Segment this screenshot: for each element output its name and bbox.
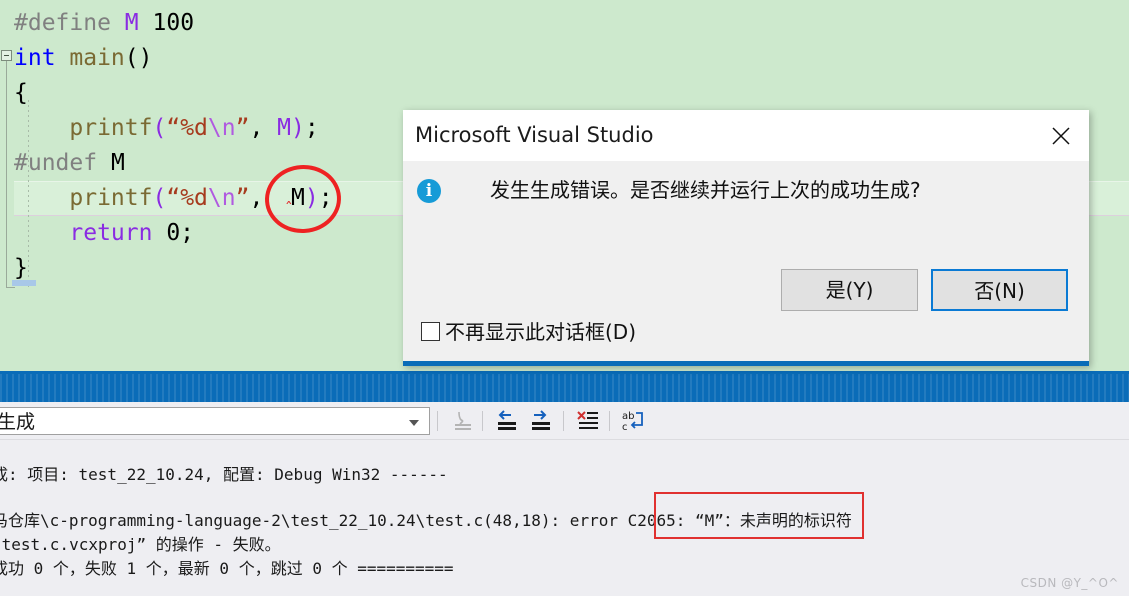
find-next-icon[interactable] — [526, 408, 556, 434]
code-token: int — [14, 45, 56, 71]
toggle-word-wrap-icon[interactable]: ab c — [619, 408, 649, 434]
dialog-title: Microsoft Visual Studio — [415, 123, 654, 147]
code-token: ” — [235, 185, 250, 211]
code-token: printf — [69, 185, 153, 211]
code-token: { — [14, 80, 28, 106]
code-token: “%d — [166, 185, 208, 211]
code-token: #define — [14, 10, 125, 36]
output-line: 成功 0 个，失败 1 个，最新 0 个，跳过 0 个 ========== — [0, 559, 454, 578]
dialog-bottom-strip — [403, 361, 1089, 366]
code-token: return — [69, 220, 153, 246]
collapse-region-icon[interactable] — [1, 50, 12, 61]
code-line: return 0; — [14, 216, 194, 251]
dialog-titlebar: Microsoft Visual Studio — [403, 110, 1089, 161]
code-token: ) — [291, 115, 305, 141]
code-token: ( — [152, 185, 167, 211]
toolbar-separator — [563, 411, 564, 431]
code-token: M — [124, 10, 139, 36]
dialog-message: 发生生成错误。是否继续并运行上次的成功生成? — [490, 178, 921, 202]
error-highlight-box — [654, 492, 864, 539]
yes-button[interactable]: 是(Y) — [781, 269, 918, 311]
output-window-titlebar — [0, 371, 1129, 402]
red-ellipse-annotation — [262, 162, 344, 236]
code-token: 100 — [152, 10, 195, 36]
toolbar-separator — [609, 411, 610, 431]
svg-text:ab: ab — [622, 411, 634, 422]
code-token: () — [124, 45, 153, 71]
code-token: , — [249, 115, 278, 141]
toolbar-separator — [482, 411, 483, 431]
caret-selection-mark — [12, 280, 36, 286]
code-token: ( — [152, 115, 167, 141]
code-token: #undef — [14, 150, 111, 176]
code-token: printf — [69, 115, 153, 141]
chevron-down-icon[interactable] — [409, 420, 419, 426]
code-outline-bar — [6, 56, 7, 288]
code-line: #undef M — [14, 146, 125, 181]
watermark-label: CSDN @Y_^O^ — [1020, 576, 1119, 590]
no-button[interactable]: 否(N) — [931, 269, 1068, 311]
code-token: ; — [304, 115, 319, 141]
titlebar-top-strip — [0, 371, 1129, 374]
output-source-dropdown[interactable]: 生成 — [0, 407, 430, 435]
clear-all-icon[interactable] — [573, 408, 603, 434]
info-icon: i — [417, 179, 441, 203]
code-token: ” — [235, 115, 250, 141]
output-source-dropdown-value: 生成 — [0, 411, 36, 433]
close-icon[interactable] — [1043, 118, 1079, 152]
code-token: \n — [207, 115, 236, 141]
code-token: 0; — [152, 220, 195, 246]
code-token: \n — [207, 185, 236, 211]
dont-show-again-checkbox[interactable] — [421, 322, 440, 341]
visual-studio-dialog: Microsoft Visual Studio i 发生生成错误。是否继续并运行… — [403, 110, 1089, 366]
output-line: “test.c.vcxproj” 的操作 - 失败。 — [0, 535, 281, 554]
code-token: M — [277, 115, 292, 141]
code-line: printf(“%d\n”, M); — [14, 111, 319, 146]
output-line: 成: 项目: test_22_10.24, 配置: Debug Win32 --… — [0, 465, 448, 484]
code-token: “%d — [166, 115, 208, 141]
code-line: { — [14, 76, 28, 111]
code-outline-foot — [6, 287, 15, 288]
dont-show-again-label: 不再显示此对话框(D) — [445, 320, 637, 344]
go-to-source-icon[interactable] — [448, 408, 478, 434]
output-toolbar: 生成 ab c — [0, 402, 1129, 440]
toolbar-separator — [437, 411, 438, 431]
code-line: #define M 100 — [14, 6, 194, 41]
code-token: main — [55, 45, 125, 71]
error-squiggle-icon: ˆ — [284, 199, 294, 218]
code-line: int main() — [14, 41, 153, 76]
output-text-pane[interactable]: 成: 项目: test_22_10.24, 配置: Debug Win32 --… — [0, 440, 1129, 596]
svg-text:c: c — [622, 422, 628, 433]
code-token: M — [110, 150, 125, 176]
code-token: } — [14, 255, 28, 281]
find-previous-icon[interactable] — [492, 408, 522, 434]
